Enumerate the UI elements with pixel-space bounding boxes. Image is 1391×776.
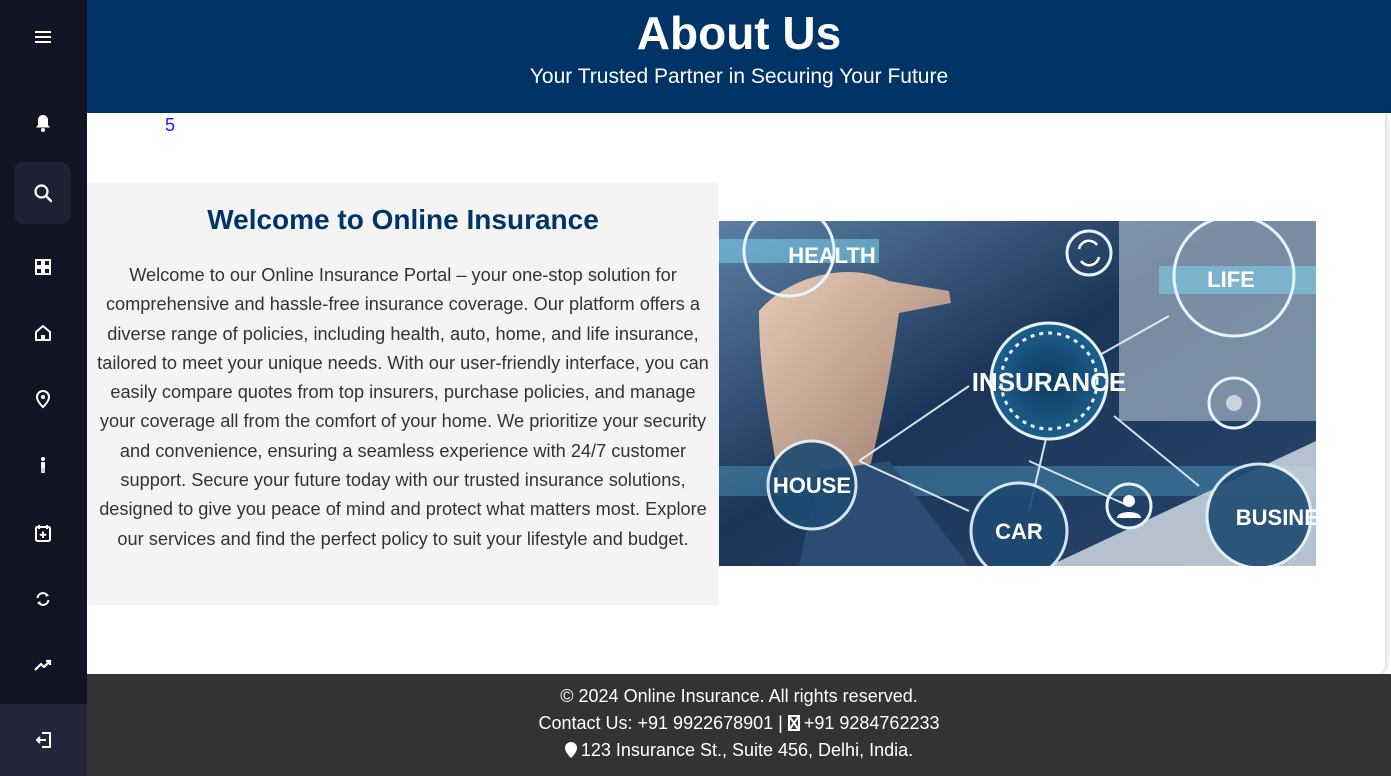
search-button[interactable] (14, 162, 71, 224)
footer-address: 123 Insurance St., Suite 456, Delhi, Ind… (87, 737, 1391, 764)
person-icon (40, 457, 45, 473)
calendar-add-icon (34, 525, 51, 542)
image-label-life: LIFE (1207, 267, 1255, 292)
stray-number: 5 (165, 115, 176, 135)
page-title: About Us (636, 7, 842, 59)
logout-button[interactable] (0, 704, 87, 776)
dashboard-icon (34, 259, 51, 275)
menu-icon (34, 31, 51, 43)
calendar-button[interactable] (14, 502, 71, 564)
bell-icon (35, 115, 50, 132)
footer-phone-2: +91 9284762233 (803, 713, 940, 733)
map-pin-icon (564, 742, 577, 758)
menu-button[interactable] (14, 6, 71, 68)
image-label-health: HEALTH (788, 243, 876, 268)
footer-address-text: 123 Insurance St., Suite 456, Delhi, Ind… (580, 740, 914, 760)
logout-icon (35, 732, 51, 748)
footer-copyright: © 2024 Online Insurance. All rights rese… (560, 686, 918, 706)
dashboard-button[interactable] (14, 236, 71, 298)
main-content: 5 Welcome to Online Insurance Welcome to… (87, 113, 1385, 674)
page-header: About Us Your Trusted Partner in Securin… (87, 0, 1391, 113)
page-subtitle: Your Trusted Partner in Securing Your Fu… (529, 65, 949, 88)
image-label-insurance: INSURANCE (972, 367, 1127, 397)
search-icon (33, 184, 52, 203)
notifications-button[interactable] (14, 92, 71, 154)
image-label-car: CAR (995, 519, 1043, 544)
welcome-heading: Welcome to Online Insurance (207, 204, 599, 235)
home-icon (34, 325, 51, 341)
location-button[interactable] (14, 368, 71, 430)
page-footer: © 2024 Online Insurance. All rights rese… (87, 674, 1391, 776)
refresh-icon (36, 592, 49, 606)
welcome-section: Welcome to Online Insurance Welcome to o… (87, 182, 719, 605)
footer-contact: Contact Us: +91 9922678901 | +91 9284762… (87, 710, 1391, 737)
footer-contact-text: Contact Us: +91 9922678901 | (538, 713, 788, 733)
refresh-button[interactable] (14, 568, 71, 630)
trending-up-icon (33, 659, 51, 671)
missing-glyph-icon (787, 715, 800, 731)
image-label-business: BUSINESS (1236, 505, 1316, 530)
welcome-text: Welcome to our Online Insurance Portal –… (97, 265, 709, 549)
analytics-button[interactable] (14, 634, 71, 696)
image-label-house: HOUSE (773, 473, 851, 498)
location-pin-icon (35, 389, 50, 409)
insurance-hero-image: HEALTH LIFE INSURANCE HOUSE CAR BUSINESS (719, 221, 1316, 566)
home-button[interactable] (14, 302, 71, 364)
sidebar (0, 0, 87, 776)
person-button[interactable] (14, 434, 71, 496)
